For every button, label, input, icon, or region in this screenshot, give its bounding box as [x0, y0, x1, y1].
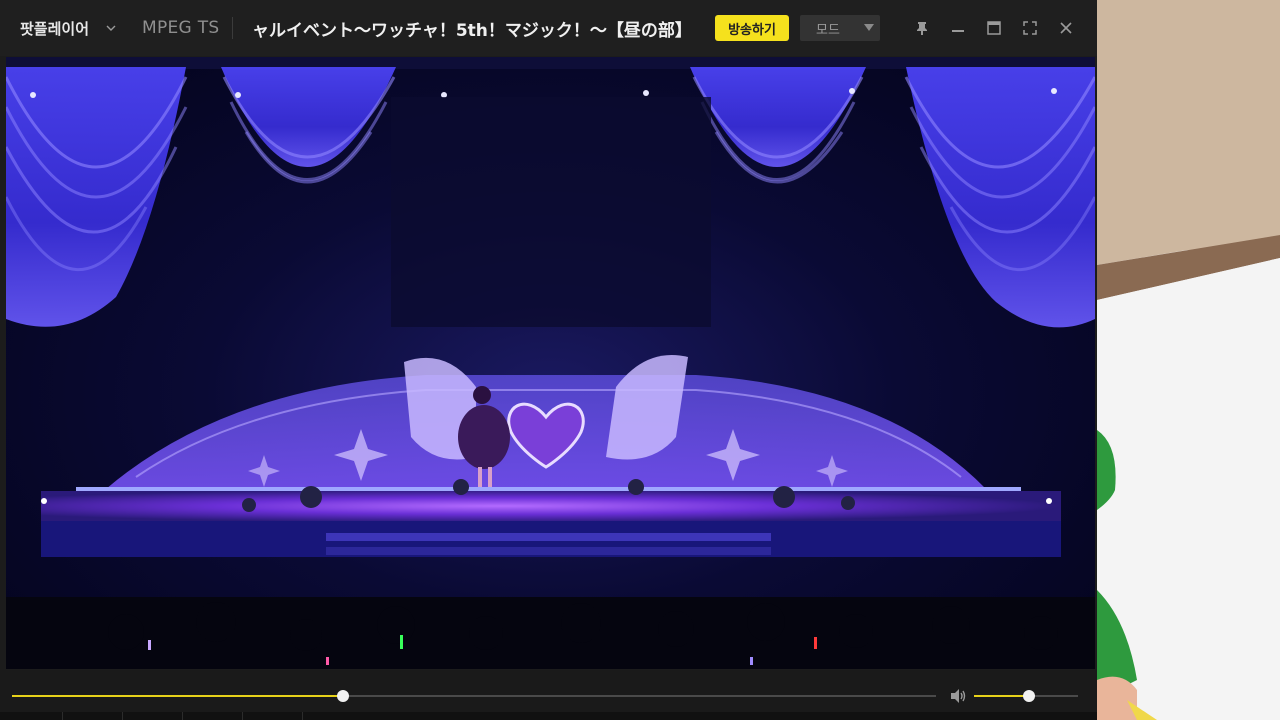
volume-slider-level: [974, 695, 1029, 697]
pin-icon[interactable]: [908, 14, 936, 42]
bottom-toolbar: [0, 712, 1097, 720]
toolbar-divider: [122, 712, 123, 720]
player-window: 팟플레이어 MPEG TS ャルイベント～ワッチャ！5th！マジック！～【昼の部…: [0, 0, 1097, 720]
background-window: [1097, 0, 1280, 720]
right-curtains: [690, 67, 1095, 328]
background-illustration: [1097, 0, 1280, 720]
volume-slider[interactable]: [974, 690, 1078, 702]
mode-dropdown[interactable]: 모드: [800, 15, 880, 41]
app-menu-button[interactable]: 팟플레이어: [20, 0, 89, 56]
seek-bar[interactable]: [12, 690, 936, 702]
stage-scene: [6, 57, 1095, 669]
toolbar-divider: [62, 712, 63, 720]
close-icon[interactable]: [1052, 14, 1080, 42]
fullscreen-icon[interactable]: [1016, 14, 1044, 42]
caret-down-icon: [864, 24, 874, 31]
volume-slider-thumb[interactable]: [1023, 690, 1035, 702]
separator: [232, 17, 233, 39]
toolbar-divider: [242, 712, 243, 720]
audience: [6, 597, 1095, 669]
media-format: MPEG TS: [142, 18, 220, 38]
video-frame[interactable]: [6, 57, 1095, 669]
seek-bar-progress: [12, 695, 343, 697]
stage-arch: [106, 355, 986, 489]
minimize-icon[interactable]: [944, 14, 972, 42]
toolbar-divider: [182, 712, 183, 720]
title-bar: 팟플레이어 MPEG TS ャルイベント～ワッチャ！5th！マジック！～【昼の部…: [0, 0, 1097, 56]
volume-icon[interactable]: [948, 686, 968, 706]
left-curtains: [6, 67, 396, 327]
media-title: ャルイベント～ワッチャ！5th！マジック！～【昼の部】: [252, 20, 692, 41]
broadcast-button[interactable]: 방송하기: [715, 15, 789, 41]
mode-label: 모드: [816, 22, 840, 38]
toolbar-divider: [302, 712, 303, 720]
chevron-down-icon[interactable]: [106, 0, 116, 56]
seek-bar-thumb[interactable]: [337, 690, 349, 702]
maximize-icon[interactable]: [980, 14, 1008, 42]
